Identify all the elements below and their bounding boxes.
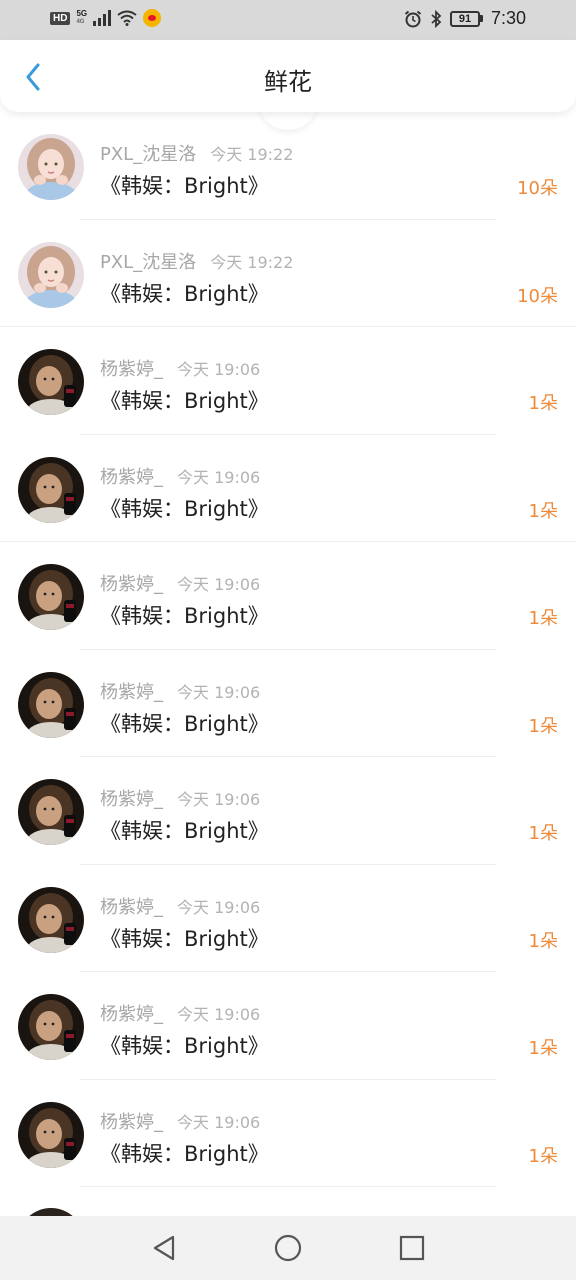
list-item[interactable]: PXL_沈星洛 今天 19:22 《韩娱：Bright》 10朵 (0, 220, 576, 327)
network-label: 5G 4G (76, 9, 87, 27)
avatar[interactable] (18, 134, 84, 200)
flower-count: 10朵 (517, 178, 558, 199)
user-line: 杨紫婷_ 今天 19:06 (100, 570, 260, 596)
book-title: 《韩娱：Bright》 (100, 389, 269, 413)
avatar[interactable] (18, 241, 84, 308)
user-name[interactable]: 杨紫婷_ (100, 574, 163, 595)
app-header: 鲜花 (0, 40, 576, 112)
flower-count: 1朵 (528, 1145, 558, 1167)
flower-count: 1朵 (528, 393, 558, 414)
alarm-icon (404, 10, 422, 27)
clock: 7:30 (490, 8, 526, 28)
user-name[interactable]: 杨紫婷_ (100, 467, 163, 488)
user-name[interactable]: 杨紫婷_ (100, 1004, 163, 1025)
book-title: 《韩娱：Bright》 (100, 174, 269, 198)
user-name[interactable]: 杨紫婷_ (100, 682, 163, 703)
avatar[interactable] (18, 671, 84, 738)
user-name[interactable]: PXL_沈星洛 (100, 144, 196, 165)
list-item[interactable]: 杨紫婷_ 今天 19:06 《韩娱：Bright》 1朵 (0, 435, 576, 542)
user-line: 杨紫婷_ 今天 19:06 (100, 463, 260, 489)
user-line: 杨紫婷_ 今天 19:06 (100, 893, 260, 919)
gift-time: 今天 19:06 (177, 897, 261, 917)
flower-list: PXL_沈星洛 今天 19:22 《韩娱：Bright》 10朵 PXL_沈星洛今… (0, 112, 576, 1187)
user-name[interactable]: 杨紫婷_ (100, 359, 163, 380)
book-title: 《韩娱：Bright》 (100, 1034, 269, 1058)
gift-time: 今天 19:22 (210, 145, 294, 164)
circle-home-icon (274, 1234, 302, 1262)
list-item[interactable]: 杨紫婷_ 今天 19:06 《韩娱：Bright》 1朵 (0, 865, 576, 972)
net-bottom-label: 4G (76, 19, 85, 25)
avatar[interactable] (18, 886, 84, 953)
triangle-back-icon (153, 1235, 175, 1261)
book-title: 《韩娱：Bright》 (100, 1141, 269, 1166)
avatar[interactable] (18, 779, 84, 845)
user-line: 杨紫婷_ 今天 19:06 (100, 785, 260, 811)
user-line: 杨紫婷_ 今天 19:06 (100, 1000, 260, 1026)
status-right: 91 7:30 (404, 8, 526, 29)
book-title: 《韩娱：Bright》 (100, 711, 269, 736)
flower-count: 1朵 (528, 715, 558, 737)
user-line: 杨紫婷_ 今天 19:06 (100, 1108, 260, 1134)
flower-count: 1朵 (528, 1038, 558, 1059)
net-top-label: 5G (76, 9, 88, 18)
flower-count: 1朵 (528, 500, 558, 522)
system-nav-bar (0, 1216, 576, 1280)
list-item[interactable]: 杨紫婷_ 今天 19:06 《韩娱：Bright》 1朵 (0, 327, 576, 435)
user-name[interactable]: 杨紫婷_ (100, 1112, 163, 1133)
user-line: 杨紫婷_ 今天 19:06 (100, 678, 260, 704)
book-title: 《韩娱：Bright》 (100, 819, 269, 843)
user-line: 杨紫婷_ 今天 19:06 (100, 355, 260, 381)
battery-level: 91 (449, 10, 480, 27)
list-item[interactable]: 杨紫婷_ 今天 19:06 《韩娱：Bright》 1朵 (0, 972, 576, 1080)
user-line: PXL_沈星洛 今天 19:22 (100, 140, 293, 166)
gift-time: 今天 19:06 (177, 1112, 261, 1132)
avatar[interactable] (18, 1101, 84, 1168)
user-name[interactable]: 杨紫婷_ (100, 789, 163, 810)
user-name[interactable]: 杨紫婷_ (100, 897, 163, 918)
book-title: 《韩娱：Bright》 (100, 604, 269, 628)
book-title: 《韩娱：Bright》 (100, 496, 269, 521)
flower-count: 1朵 (528, 608, 558, 629)
divider (80, 1186, 496, 1187)
avatar[interactable] (18, 994, 84, 1060)
list-item[interactable]: 杨紫婷_ 今天 19:06 《韩娱：Bright》 1朵 (0, 650, 576, 757)
gift-time: 今天 19:06 (177, 575, 261, 594)
battery-icon: 91 (449, 10, 483, 27)
gift-time: 今天 19:06 (177, 467, 261, 487)
gift-time: 今天 19:06 (177, 790, 261, 809)
list-item[interactable]: 杨紫婷_ 今天 19:06 《韩娱：Bright》 1朵 (0, 757, 576, 865)
list-item[interactable]: 杨紫婷_ 今天 19:06 《韩娱：Bright》 1朵 (0, 1080, 576, 1187)
nav-home-button[interactable] (268, 1228, 308, 1268)
avatar[interactable] (18, 349, 84, 415)
page-title: 鲜花 (264, 68, 312, 96)
nav-back-button[interactable] (144, 1228, 184, 1268)
avatar[interactable] (18, 456, 84, 523)
gift-time: 今天 19:06 (177, 682, 261, 702)
weibo-icon (143, 9, 162, 27)
square-recent-icon (399, 1235, 425, 1261)
user-name[interactable]: PXL_沈星洛 (100, 252, 196, 273)
user-line: PXL_沈星洛 今天 19:22 (100, 248, 293, 274)
status-bar: HD 5G 4G 91 7:30 (0, 0, 576, 40)
book-title: 《韩娱：Bright》 (100, 926, 269, 951)
list-item[interactable]: 杨紫婷_ 今天 19:06 《韩娱：Bright》 1朵 (0, 542, 576, 650)
nav-recent-button[interactable] (392, 1228, 432, 1268)
gift-time: 今天 19:06 (177, 1005, 261, 1024)
flower-count: 1朵 (528, 930, 558, 952)
signal-icon (93, 10, 112, 26)
book-title: 《韩娱：Bright》 (100, 281, 269, 306)
flower-count: 10朵 (517, 285, 558, 307)
flower-count: 1朵 (528, 823, 558, 844)
gift-time: 今天 19:22 (210, 252, 294, 272)
status-left: HD 5G 4G (50, 9, 162, 27)
bluetooth-icon (431, 9, 442, 28)
gift-time: 今天 19:06 (177, 360, 261, 379)
avatar[interactable] (18, 564, 84, 630)
hd-badge: HD (50, 11, 71, 25)
wifi-icon (117, 10, 137, 26)
